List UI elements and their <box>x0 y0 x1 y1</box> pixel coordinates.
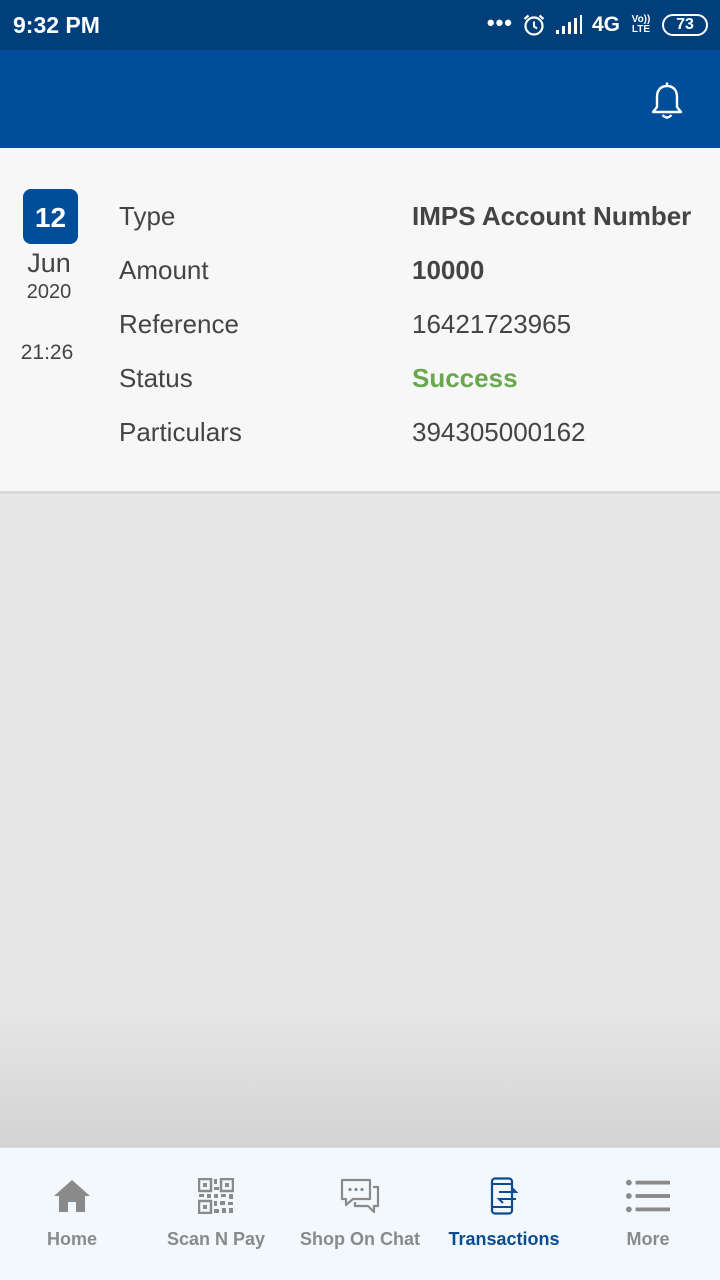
detail-row-type: Type IMPS Account Number <box>0 196 720 236</box>
nav-label: Scan N Pay <box>166 1229 266 1249</box>
detail-row-amount: Amount 10000 <box>0 250 720 290</box>
detail-row-reference: Reference 16421723965 <box>0 304 720 344</box>
notification-dots-icon: ••• <box>486 10 513 35</box>
detail-label: Status <box>119 363 193 393</box>
transactions-icon <box>482 1176 526 1216</box>
bottom-navigation: Home Scan N Pay Shop On Chat Transaction… <box>0 1147 720 1280</box>
nav-item-home[interactable]: Home <box>0 1148 144 1280</box>
detail-label: Reference <box>119 309 239 339</box>
detail-row-status: Status Success <box>0 358 720 398</box>
status-badge: Success <box>412 363 518 393</box>
detail-label: Amount <box>119 255 209 285</box>
nav-item-scan-n-pay[interactable]: Scan N Pay <box>144 1148 288 1280</box>
home-icon <box>50 1176 94 1216</box>
detail-row-particulars: Particulars 394305000162 <box>0 412 720 452</box>
status-time: 9:32 PM <box>13 12 100 38</box>
nav-item-transactions[interactable]: Transactions <box>432 1148 576 1280</box>
alarm-icon <box>523 14 545 36</box>
detail-label: Type <box>119 201 176 231</box>
detail-value-amount: 10000 <box>412 255 485 285</box>
chat-icon <box>338 1176 382 1216</box>
signal-icon <box>555 15 582 34</box>
status-bar: 9:32 PM ••• 4G Vo)) LTE 73 <box>0 0 720 50</box>
app-bar <box>0 50 720 148</box>
transaction-card[interactable]: 12 Jun 2020 21:26 Type IMPS Account Numb… <box>0 148 720 494</box>
menu-list-icon <box>626 1176 670 1216</box>
detail-label: Particulars <box>119 417 242 447</box>
detail-value-reference: 16421723965 <box>412 309 572 339</box>
nav-label: Shop On Chat <box>300 1229 420 1249</box>
detail-value-particulars: 394305000162 <box>412 417 586 447</box>
volte-indicator: Vo)) LTE <box>631 14 651 35</box>
network-type: 4G <box>591 13 620 36</box>
notification-bell-icon[interactable] <box>650 81 684 121</box>
status-icons: ••• 4G Vo)) LTE 73 <box>487 11 708 39</box>
nav-item-more[interactable]: More <box>576 1148 720 1280</box>
nav-item-shop-on-chat[interactable]: Shop On Chat <box>288 1148 432 1280</box>
nav-label: More <box>626 1229 670 1249</box>
nav-label: Transactions <box>448 1229 560 1249</box>
transactions-list-area <box>0 497 720 1147</box>
battery-icon: 73 <box>662 14 708 36</box>
detail-value-type: IMPS Account Number <box>412 201 692 231</box>
nav-label: Home <box>46 1229 97 1249</box>
qr-code-icon <box>194 1176 238 1216</box>
